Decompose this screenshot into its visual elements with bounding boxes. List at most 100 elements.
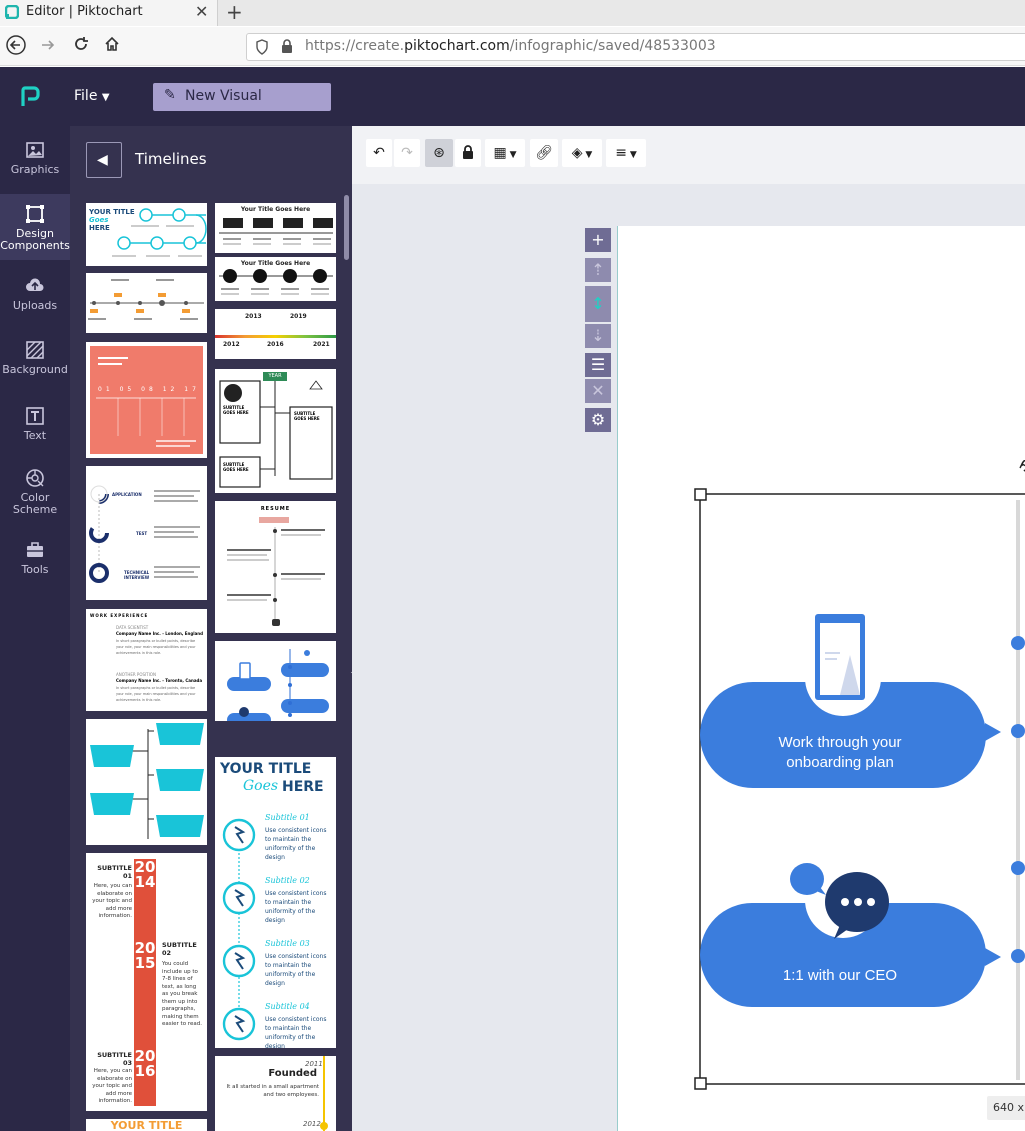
- home-icon[interactable]: [103, 35, 121, 58]
- bubble-text-ceo[interactable]: 1:1 with our CEO: [745, 966, 935, 986]
- panel-back-button[interactable]: ◀: [86, 142, 122, 178]
- tab-close-icon[interactable]: ✕: [195, 2, 208, 21]
- panel-title: Timelines: [135, 150, 207, 168]
- browser-tab[interactable]: Editor | Piktochart ✕: [0, 0, 218, 26]
- url-text: https://create.piktochart.com/infographi…: [305, 38, 716, 54]
- timeline-graphic: [112, 208, 207, 257]
- year-label: 2011: [305, 1060, 323, 1068]
- group-button[interactable]: ⊛: [425, 139, 453, 167]
- canvas-size-badge: 640 x: [987, 1096, 1025, 1120]
- sidebar-item-tools[interactable]: Tools: [0, 540, 70, 590]
- block-number[interactable]: ↕: [585, 286, 611, 322]
- timeline-thumb-10[interactable]: WORK EXPERIENCE DATA SCIENTIST Company N…: [86, 609, 207, 711]
- add-block-button[interactable]: +: [585, 228, 611, 252]
- timeline-thumb-11[interactable]: [215, 641, 336, 721]
- sidebar-item-design-components[interactable]: Design Components: [0, 194, 70, 260]
- year-2016: 20 16: [134, 1047, 156, 1080]
- subtitle: SUBTITLE 02: [162, 941, 197, 957]
- subtitle: Subtitle 04: [265, 1002, 310, 1011]
- sidebar-item-graphics[interactable]: Graphics: [0, 140, 70, 190]
- shield-icon[interactable]: [255, 39, 269, 59]
- new-tab-button[interactable]: +: [226, 0, 243, 24]
- timeline-thumb-8[interactable]: APPLICATION TEST TECHNICAL INTERVIEW: [86, 466, 207, 600]
- timeline-thumb-12[interactable]: [86, 719, 207, 845]
- delete-block-button[interactable]: ✕: [585, 379, 611, 403]
- subtitle: SUBTITLE GOES HERE: [294, 411, 320, 421]
- plus-icon: +: [591, 230, 605, 249]
- forward-arrow-icon[interactable]: [38, 35, 58, 60]
- file-menu[interactable]: File ▼: [74, 88, 110, 104]
- color-fill-dropdown[interactable]: ◈ ▼: [562, 139, 602, 167]
- timeline-thumb-6[interactable]: 01 05 08 12 17: [86, 342, 207, 458]
- transparency-dropdown[interactable]: ▦ ▼: [485, 139, 525, 167]
- body-text: Here, you can elaborate on your topic an…: [92, 1068, 132, 1104]
- redo-button[interactable]: ↷: [394, 139, 420, 167]
- company-label: Company Name Inc. - London, England: [116, 631, 203, 636]
- checkerboard-icon: ▦: [493, 145, 507, 161]
- sidebar-item-uploads[interactable]: Uploads: [0, 276, 70, 326]
- year-2015: 20 15: [134, 939, 156, 972]
- timeline-thumb-9[interactable]: RESUME: [215, 501, 336, 633]
- back-arrow-icon[interactable]: [6, 35, 26, 60]
- subtitle: Subtitle 01: [265, 813, 310, 822]
- bubble-text-onboarding[interactable]: Work through your onboarding plan: [745, 733, 935, 773]
- thumb-title: Founded: [268, 1068, 317, 1079]
- close-icon: ✕: [591, 381, 605, 400]
- align-dropdown[interactable]: ≡ ▼: [606, 139, 646, 167]
- thumb-title: YOUR TITLE: [110, 1119, 183, 1131]
- sidebar-item-text[interactable]: Text: [0, 406, 70, 456]
- duplicate-block-button[interactable]: ☰: [585, 353, 611, 377]
- reload-icon[interactable]: [72, 35, 90, 58]
- timeline-graphic: [90, 723, 204, 839]
- sidebar-item-color-scheme[interactable]: Color Scheme: [0, 468, 70, 530]
- timeline-graphic: [227, 649, 329, 721]
- timeline-thumb-3[interactable]: Your Title Goes Here: [215, 257, 336, 301]
- gear-icon: ⚙: [590, 410, 606, 429]
- block-settings-button[interactable]: ⚙: [585, 408, 611, 432]
- chevron-down-icon: ▼: [626, 150, 637, 160]
- yellow-dot: [320, 1122, 328, 1130]
- timeline-thumb-4[interactable]: [86, 273, 207, 333]
- align-icon: ≡: [615, 145, 627, 161]
- timeline-thumb-14[interactable]: 20 14 20 15 20 16 SUBTITLE 01 Here, you can…: [86, 853, 207, 1111]
- timeline-thumb-2[interactable]: Your Title Goes Here: [215, 203, 336, 253]
- undo-icon: ↶: [373, 145, 385, 161]
- role-label: ANOTHER POSITION: [116, 672, 156, 677]
- lock-button[interactable]: [455, 139, 481, 167]
- timeline-thumb-5[interactable]: 2013 2019 2012 2016 2021: [215, 309, 336, 359]
- body-text: In short paragraphs or bullet points, de…: [116, 639, 196, 655]
- sidebar-item-background[interactable]: Background: [0, 340, 70, 394]
- text-icon: [26, 407, 44, 425]
- body-text: Use consistent icons to maintain the uni…: [265, 1016, 327, 1048]
- move-block-up-button[interactable]: ⇡: [585, 258, 611, 282]
- lock-icon: [281, 39, 293, 58]
- redo-icon: ↷: [401, 145, 413, 161]
- subtitle: SUBTITLE GOES HERE: [223, 405, 249, 415]
- group-icon: ⊛: [433, 145, 445, 161]
- timeline-thumb-1[interactable]: YOUR TITLE Goes HERE: [86, 203, 207, 266]
- timeline-thumb-16[interactable]: YOUR TITLE: [86, 1119, 207, 1131]
- piktochart-favicon-icon: [5, 5, 19, 19]
- timeline-thumb-7[interactable]: YEAR SUBTITLE GOES HERE SUBTITLE GOES HE…: [215, 369, 336, 493]
- timeline-thumb-13[interactable]: YOUR TITLE Goes HERE Subtitle 01 Use con…: [215, 757, 336, 1048]
- panel-scrollbar[interactable]: [344, 195, 349, 260]
- timeline-thumb-15[interactable]: 2011 Founded It all started in a small a…: [215, 1056, 336, 1131]
- body-text: You could include up to 7-8 lines of tex…: [162, 961, 202, 1027]
- year-label: 2012: [223, 341, 240, 348]
- selected-timeline-group[interactable]: [690, 460, 1025, 1100]
- step-label: TECHNICAL INTERVIEW: [124, 570, 150, 580]
- body-text: Use consistent icons to maintain the uni…: [265, 890, 327, 924]
- piktochart-logo-icon[interactable]: [19, 85, 41, 109]
- palette-icon: [26, 469, 44, 487]
- undo-button[interactable]: ↶: [366, 139, 392, 167]
- body-text: It all started in a small apartment and …: [226, 1084, 319, 1098]
- yellow-line: [323, 1056, 325, 1131]
- subtitle: SUBTITLE 03: [97, 1051, 132, 1067]
- link-button[interactable]: 🔗︎: [530, 139, 558, 167]
- new-visual-button[interactable]: ✎ New Visual: [153, 83, 331, 111]
- timeline-graphic: [96, 357, 196, 447]
- move-block-down-button[interactable]: ⇣: [585, 324, 611, 348]
- arrow-down-icon: ⇣: [591, 326, 605, 345]
- duplicate-icon: ☰: [590, 355, 606, 374]
- subtitle: Subtitle 02: [265, 876, 310, 885]
